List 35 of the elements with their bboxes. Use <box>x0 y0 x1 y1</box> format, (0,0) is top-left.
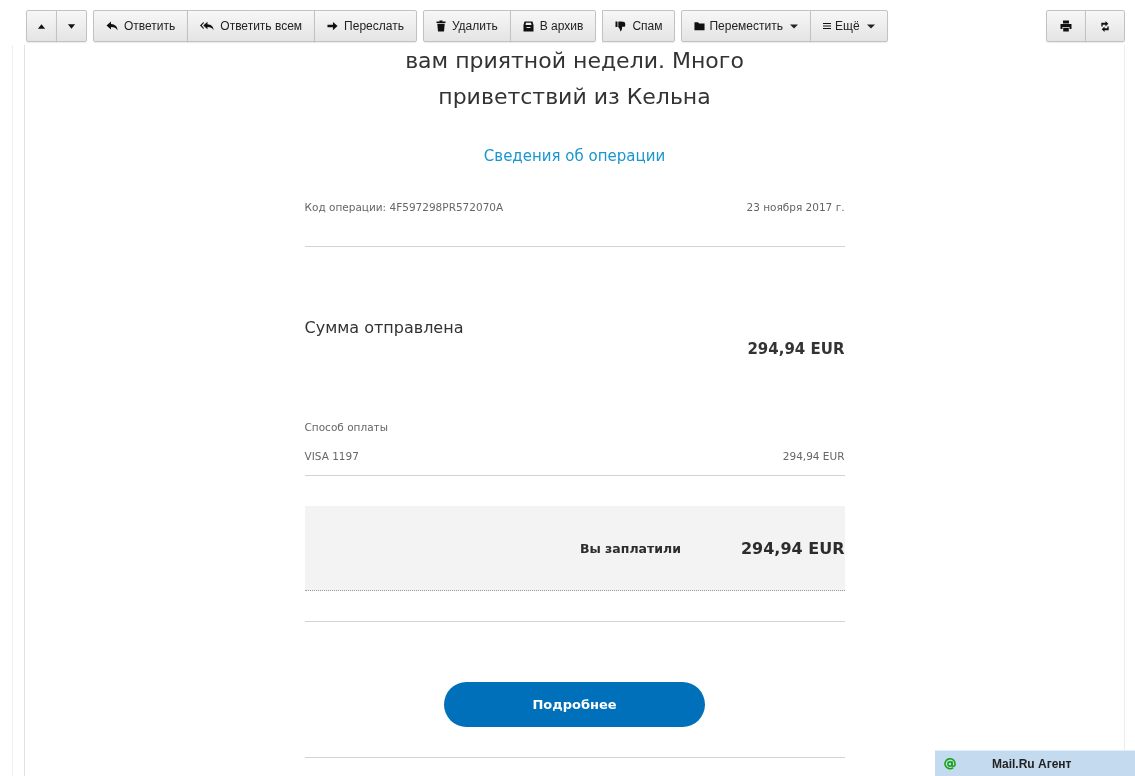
printer-icon <box>1060 20 1072 32</box>
total-value: 294,94 EUR <box>740 538 845 558</box>
toolbar-button[interactable]: Ещё <box>810 10 888 42</box>
reply-all-icon <box>200 21 215 31</box>
amount-label: Сумма отправлена <box>304 317 464 339</box>
toolbar-button[interactable]: Ответить всем <box>187 10 316 42</box>
payment-amount: 294,94 EUR <box>782 449 845 464</box>
archive-box-icon <box>522 20 534 32</box>
toolbar-button[interactable]: В архив <box>509 10 597 42</box>
reply-icon <box>106 21 118 31</box>
arrow-right-icon <box>327 21 339 31</box>
toolbar-button[interactable]: Переместить <box>681 10 811 42</box>
payment-method-label: Способ оплаты <box>304 420 388 435</box>
arrow-down-icon <box>67 21 76 31</box>
menu-icon <box>823 22 831 30</box>
folder-icon <box>694 21 706 31</box>
sort-arrows-icon <box>1099 19 1111 33</box>
details-button[interactable]: Подробнее <box>444 682 705 727</box>
printer-button[interactable] <box>1046 10 1086 42</box>
card-name: VISA 1197 <box>304 449 359 464</box>
operation-code: Код операции: 4F597298PR572070A <box>304 200 504 215</box>
toolbar-button[interactable]: Ответить <box>93 10 189 42</box>
arrow-up-icon <box>37 21 46 31</box>
amount-value: 294,94 EUR <box>747 339 845 360</box>
trash-icon <box>435 20 446 32</box>
toolbar-button[interactable]: Спам <box>602 10 676 42</box>
toolbar-button[interactable]: Переслать <box>314 10 417 42</box>
total-label: Вы заплатили <box>579 540 681 556</box>
message-heading: вам приятной недели. Много приветствий из Кельна <box>404 47 745 111</box>
sort-arrows-button[interactable] <box>1085 10 1125 42</box>
at-sign-icon <box>944 757 956 770</box>
thumbs-down-icon <box>615 20 627 32</box>
operation-date: 23 ноября 2017 г. <box>746 200 845 215</box>
toolbar-button[interactable]: Удалить <box>422 10 511 42</box>
messenger-tab[interactable]: Mail.Ru Агент <box>935 750 1135 776</box>
